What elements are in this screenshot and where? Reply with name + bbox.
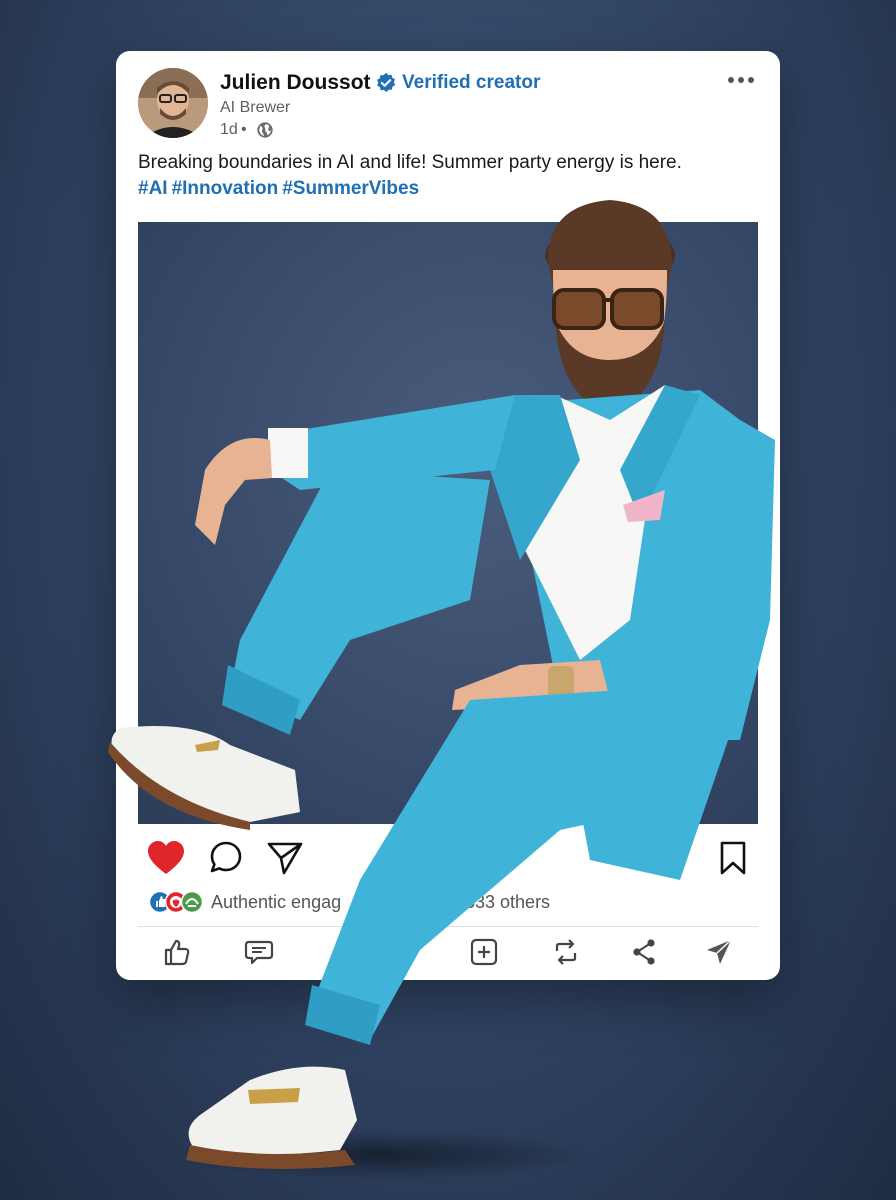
person-figure bbox=[108, 200, 775, 1169]
